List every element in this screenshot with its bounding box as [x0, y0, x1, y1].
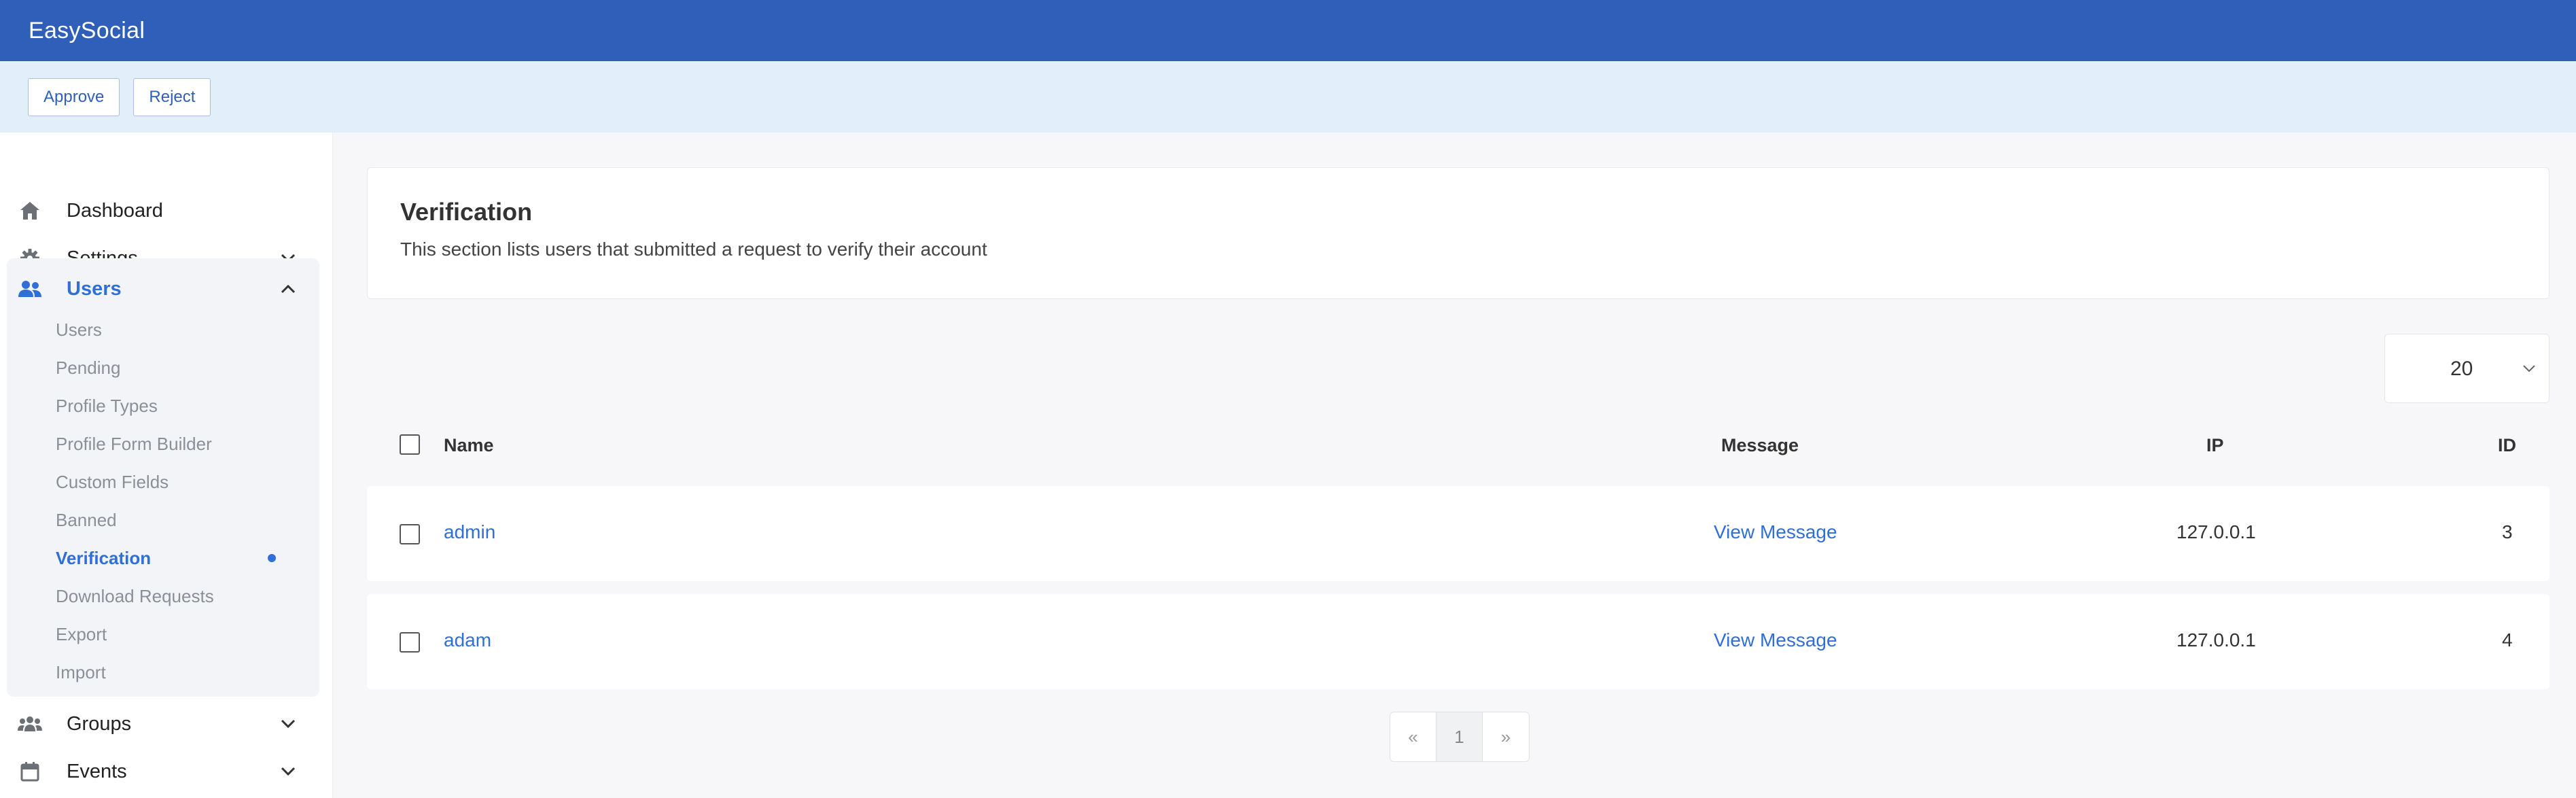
- row-checkbox[interactable]: [400, 524, 420, 544]
- select-all-checkbox[interactable]: [400, 434, 420, 455]
- groups-icon: [18, 712, 42, 736]
- page-description: This section lists users that submitted …: [400, 239, 987, 260]
- row-checkbox[interactable]: [400, 632, 420, 653]
- sidebar-subitem-download-requests[interactable]: Download Requests: [56, 580, 307, 612]
- app-header: EasySocial: [0, 0, 2576, 61]
- sidebar-subitem-banned[interactable]: Banned: [56, 504, 307, 536]
- pagination-next[interactable]: »: [1483, 712, 1529, 761]
- table-header: Name Message IP ID: [367, 423, 2549, 470]
- app-title: EasySocial: [29, 17, 145, 44]
- sidebar-subitem-import[interactable]: Import: [56, 657, 307, 688]
- reject-button[interactable]: Reject: [133, 77, 211, 116]
- home-icon: [18, 198, 42, 223]
- pagination-page-1[interactable]: 1: [1436, 712, 1483, 761]
- user-name-link[interactable]: admin: [444, 521, 495, 543]
- pagination-prev[interactable]: «: [1390, 712, 1436, 761]
- sidebar: Dashboard Settings: [0, 133, 333, 798]
- sidebar-subitem-profile-form-builder[interactable]: Profile Form Builder: [56, 428, 307, 459]
- sidebar-item-label: Groups: [67, 712, 132, 735]
- ip-address: 127.0.0.1: [2176, 629, 2256, 650]
- chevron-down-icon[interactable]: [275, 758, 302, 785]
- pagination: « 1 »: [1390, 712, 1530, 762]
- page-limit-select[interactable]: 20: [2384, 334, 2549, 403]
- page-title: Verification: [400, 198, 533, 226]
- sidebar-item-users[interactable]: Users: [7, 265, 319, 313]
- ip-address: 127.0.0.1: [2176, 521, 2256, 542]
- user-name-link[interactable]: adam: [444, 629, 491, 651]
- approve-button[interactable]: Approve: [28, 77, 120, 116]
- sidebar-item-events[interactable]: Events: [7, 748, 319, 795]
- chevron-down-icon: [2518, 357, 2541, 380]
- active-indicator-dot: [268, 554, 276, 562]
- column-header-ip: IP: [2206, 435, 2224, 455]
- page-header-card: Verification This section lists users th…: [367, 167, 2549, 299]
- view-message-link[interactable]: View Message: [1714, 521, 1837, 543]
- page-limit-value: 20: [2450, 358, 2473, 380]
- action-toolbar: Approve Reject: [0, 61, 2576, 133]
- chevron-down-icon[interactable]: [275, 710, 302, 738]
- sidebar-item-label: Dashboard: [67, 199, 163, 222]
- users-nav-group: Users Users Pending Profile Types Profil…: [7, 258, 319, 697]
- chevron-up-icon[interactable]: [275, 275, 302, 302]
- sidebar-subitem-pending[interactable]: Pending: [56, 352, 307, 383]
- sidebar-subitem-label: Verification: [56, 547, 152, 568]
- column-header-id: ID: [2498, 435, 2516, 455]
- user-id: 3: [2502, 521, 2513, 542]
- sidebar-item-label: Events: [67, 760, 127, 782]
- calendar-icon: [18, 759, 42, 784]
- column-header-message: Message: [1721, 435, 1799, 455]
- sidebar-subitem-verification[interactable]: Verification: [56, 542, 307, 574]
- view-message-link[interactable]: View Message: [1714, 629, 1837, 651]
- table-row: adam View Message 127.0.0.1 4: [367, 594, 2549, 689]
- table-row: admin View Message 127.0.0.1 3: [367, 486, 2549, 581]
- sidebar-item-label: Users: [67, 277, 122, 300]
- sidebar-subitem-users[interactable]: Users: [56, 314, 307, 345]
- sidebar-item-dashboard[interactable]: Dashboard: [7, 187, 319, 235]
- column-header-name: Name: [444, 435, 494, 455]
- user-id: 4: [2502, 629, 2513, 650]
- sidebar-subitem-export[interactable]: Export: [56, 619, 307, 650]
- sidebar-subitem-custom-fields[interactable]: Custom Fields: [56, 466, 307, 498]
- sidebar-subitem-profile-types[interactable]: Profile Types: [56, 390, 307, 421]
- sidebar-item-groups[interactable]: Groups: [7, 700, 319, 748]
- users-icon: [18, 277, 42, 301]
